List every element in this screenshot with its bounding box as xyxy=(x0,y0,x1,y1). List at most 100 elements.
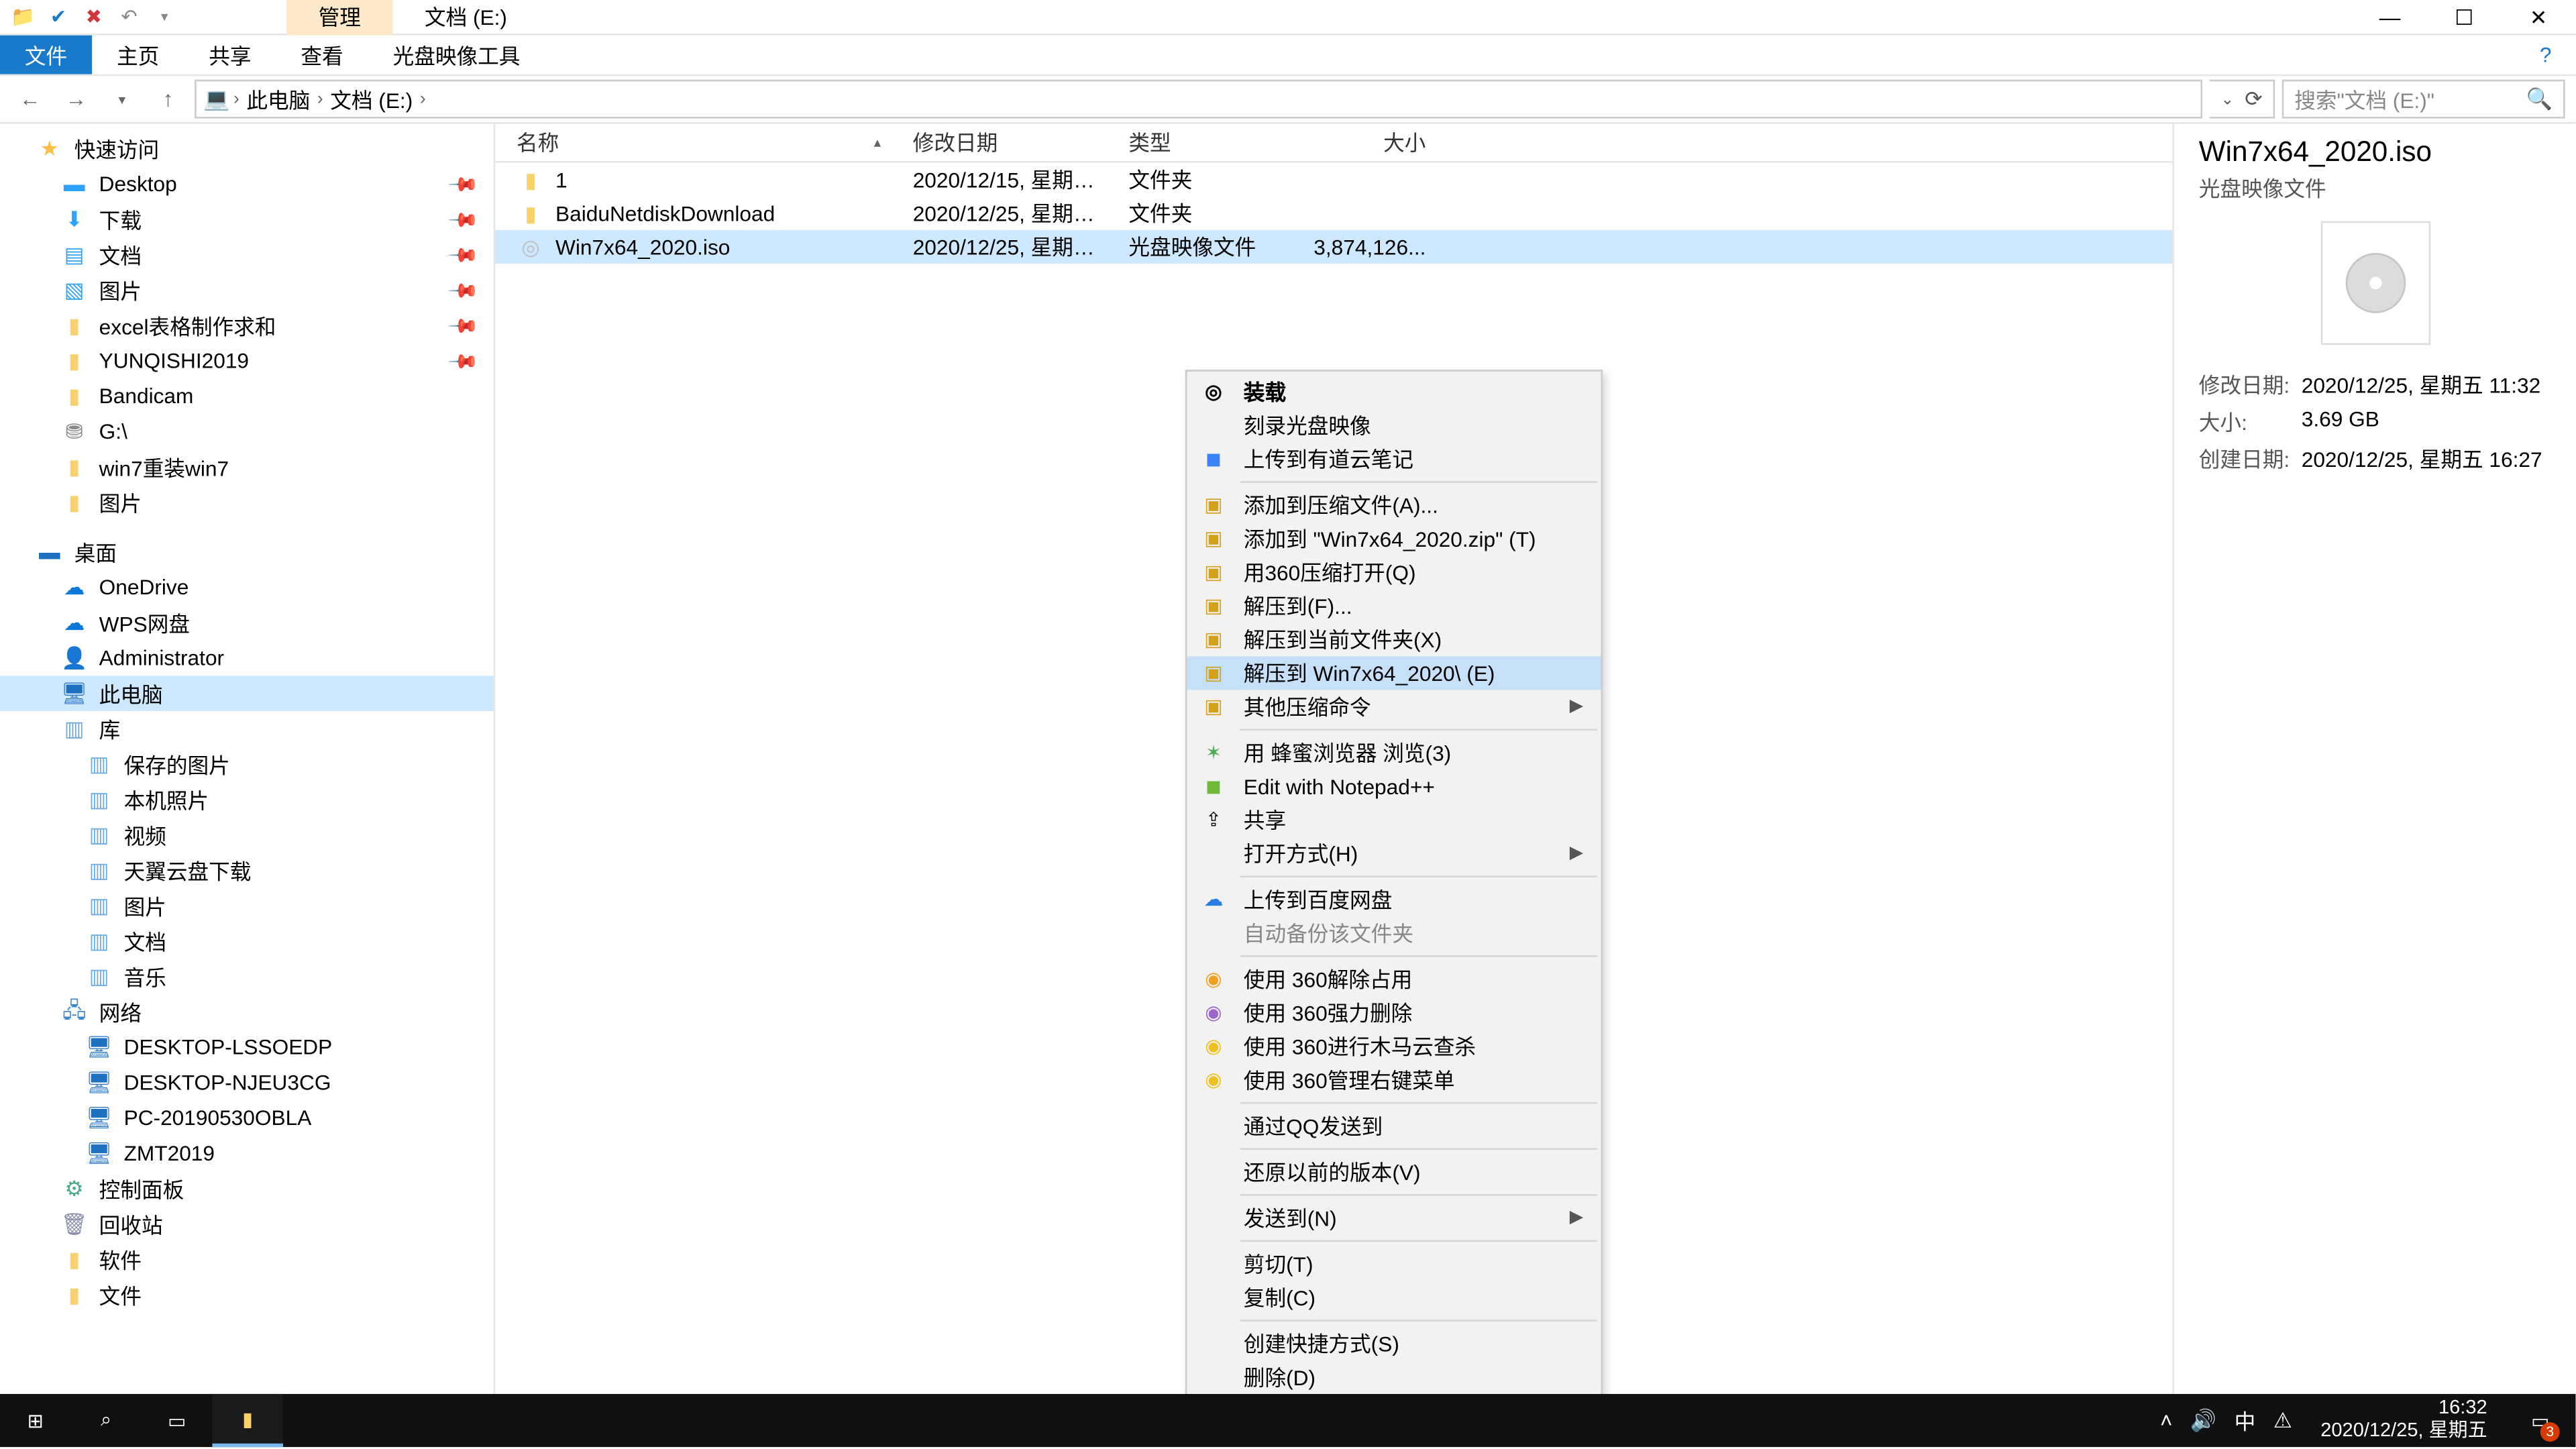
tray-network[interactable]: ⚠ xyxy=(2273,1394,2292,1447)
tree-downloads[interactable]: ⬇下载📌 xyxy=(0,202,494,237)
tree-documents[interactable]: ▤文档📌 xyxy=(0,237,494,272)
tree-videos[interactable]: ▥视频 xyxy=(0,817,494,853)
folder-icon[interactable]: 📁 xyxy=(7,1,39,32)
menu-360-trojan[interactable]: ◉使用 360进行木马云查杀 xyxy=(1187,1030,1601,1063)
file-row[interactable]: ▮1 2020/12/15, 星期二 1... 文件夹 xyxy=(495,163,2172,197)
menu-360-menu[interactable]: ◉使用 360管理右键菜单 xyxy=(1187,1063,1601,1097)
tree-software[interactable]: ▮软件 xyxy=(0,1242,494,1277)
tree-wps[interactable]: ☁WPS网盘 xyxy=(0,605,494,641)
task-view-button[interactable]: ▭ xyxy=(142,1394,212,1447)
tree-libraries[interactable]: ▥库 xyxy=(0,711,494,747)
col-size[interactable]: 大小 xyxy=(1288,127,1444,158)
menu-burn[interactable]: 刻录光盘映像 xyxy=(1187,409,1601,442)
explorer-taskbar-button[interactable]: ▮ xyxy=(212,1394,282,1447)
tree-quick-access[interactable]: ★快速访问 xyxy=(0,131,494,166)
menu-share[interactable]: ⇪共享 xyxy=(1187,803,1601,837)
tree-pictures2[interactable]: ▮图片 xyxy=(0,485,494,521)
share-tab[interactable]: 共享 xyxy=(184,36,276,74)
help-icon[interactable]: ? xyxy=(2526,36,2565,74)
tree-pc1[interactable]: 🖥DESKTOP-LSSOEDP xyxy=(0,1030,494,1065)
taskbar-clock[interactable]: 16:32 2020/12/25, 星期五 xyxy=(2310,1397,2498,1444)
tree-files[interactable]: ▮文件 xyxy=(0,1277,494,1313)
recent-dropdown[interactable]: ▾ xyxy=(103,80,142,119)
up-button[interactable]: ↑ xyxy=(149,80,188,119)
search-input[interactable]: 搜索"文档 (E:)" 🔍 xyxy=(2282,80,2565,119)
menu-qq-send[interactable]: 通过QQ发送到 xyxy=(1187,1109,1601,1142)
menu-open-with[interactable]: 打开方式(H)▶ xyxy=(1187,837,1601,870)
file-tab[interactable]: 文件 xyxy=(0,36,92,74)
tree-control-panel[interactable]: ⚙控制面板 xyxy=(0,1171,494,1207)
menu-add-zip[interactable]: ▣添加到 "Win7x64_2020.zip" (T) xyxy=(1187,522,1601,555)
menu-notepadpp[interactable]: ◼Edit with Notepad++ xyxy=(1187,769,1601,803)
col-type[interactable]: 类型 xyxy=(1108,127,1288,158)
menu-baidu-upload[interactable]: ☁上传到百度网盘 xyxy=(1187,883,1601,916)
undo-icon[interactable]: ↶ xyxy=(113,1,145,32)
menu-youdao[interactable]: ◼上传到有道云笔记 xyxy=(1187,442,1601,476)
dropdown-icon[interactable]: ⌄ xyxy=(2220,89,2234,109)
search-button[interactable]: ⌕ xyxy=(70,1394,141,1447)
tree-administrator[interactable]: 👤Administrator xyxy=(0,641,494,676)
delete-icon[interactable]: ✖ xyxy=(78,1,109,32)
tree-onedrive[interactable]: ☁OneDrive xyxy=(0,570,494,605)
tree-music[interactable]: ▥音乐 xyxy=(0,959,494,994)
tree-desktop[interactable]: ▬Desktop📌 xyxy=(0,166,494,202)
tree-tianyi[interactable]: ▥天翼云盘下载 xyxy=(0,853,494,888)
tree-desktop-root[interactable]: ▬桌面 xyxy=(0,534,494,570)
menu-send-to[interactable]: 发送到(N)▶ xyxy=(1187,1201,1601,1235)
tree-yunqishi[interactable]: ▮YUNQISHI2019📌 xyxy=(0,343,494,379)
menu-cut[interactable]: 剪切(T) xyxy=(1187,1247,1601,1281)
home-tab[interactable]: 主页 xyxy=(92,36,184,74)
tree-this-pc[interactable]: 🖥此电脑 xyxy=(0,676,494,711)
tree-bandicam[interactable]: ▮Bandicam xyxy=(0,378,494,414)
start-button[interactable]: ⊞ xyxy=(0,1394,70,1447)
tree-camera-roll[interactable]: ▥本机照片 xyxy=(0,782,494,818)
menu-bee-browser[interactable]: ✶用 蜂蜜浏览器 浏览(3) xyxy=(1187,736,1601,769)
tree-pictures[interactable]: ▧图片📌 xyxy=(0,272,494,308)
manage-tab-header[interactable]: 管理 xyxy=(286,0,392,36)
tree-documents2[interactable]: ▥文档 xyxy=(0,924,494,959)
menu-360-unlock[interactable]: ◉使用 360解除占用 xyxy=(1187,963,1601,996)
menu-mount[interactable]: ◎装载 xyxy=(1187,375,1601,409)
tray-overflow[interactable]: ˄ xyxy=(2160,1394,2173,1447)
qat-dropdown-icon[interactable]: ▾ xyxy=(149,1,180,32)
menu-add-archive[interactable]: ▣添加到压缩文件(A)... xyxy=(1187,488,1601,522)
forward-button[interactable]: → xyxy=(56,80,95,119)
tree-pc3[interactable]: 🖥PC-20190530OBLA xyxy=(0,1100,494,1136)
tray-volume[interactable]: 🔊 xyxy=(2190,1394,2216,1447)
menu-360-force-delete[interactable]: ◉使用 360强力删除 xyxy=(1187,996,1601,1030)
menu-copy[interactable]: 复制(C) xyxy=(1187,1281,1601,1314)
breadcrumb-this-pc[interactable]: 此电脑 xyxy=(243,84,314,114)
tree-pc2[interactable]: 🖥DESKTOP-NJEU3CG xyxy=(0,1065,494,1100)
tree-network[interactable]: 🖧网络 xyxy=(0,994,494,1030)
menu-extract-named[interactable]: ▣解压到 Win7x64_2020\ (E) xyxy=(1187,656,1601,690)
tree-pictures3[interactable]: ▥图片 xyxy=(0,888,494,924)
tree-recycle[interactable]: 🗑回收站 xyxy=(0,1206,494,1242)
disc-image-tools-tab[interactable]: 光盘映像工具 xyxy=(368,36,545,74)
tree-excel[interactable]: ▮excel表格制作求和📌 xyxy=(0,308,494,343)
breadcrumb-bar[interactable]: 💻 › 此电脑 › 文档 (E:) › xyxy=(195,80,2203,119)
refresh-icon[interactable]: ⟳ xyxy=(2245,87,2263,111)
col-date[interactable]: 修改日期 xyxy=(892,127,1108,158)
tree-pc4[interactable]: 🖥ZMT2019 xyxy=(0,1136,494,1171)
back-button[interactable]: ← xyxy=(11,80,50,119)
maximize-button[interactable]: ☐ xyxy=(2427,0,2502,34)
minimize-button[interactable]: — xyxy=(2353,0,2427,34)
tree-saved-pics[interactable]: ▥保存的图片 xyxy=(0,747,494,782)
file-row-selected[interactable]: ◎Win7x64_2020.iso 2020/12/25, 星期五 1... 光… xyxy=(495,230,2172,264)
navigation-pane[interactable]: ★快速访问 ▬Desktop📌 ⬇下载📌 ▤文档📌 ▧图片📌 ▮excel表格制… xyxy=(0,124,495,1408)
file-row[interactable]: ▮BaiduNetdiskDownload 2020/12/25, 星期五 1.… xyxy=(495,197,2172,230)
tree-gdrive[interactable]: ⛃G:\ xyxy=(0,414,494,449)
menu-other-compress[interactable]: ▣其他压缩命令▶ xyxy=(1187,690,1601,723)
breadcrumb-docs[interactable]: 文档 (E:) xyxy=(327,84,417,114)
save-icon[interactable]: ✔ xyxy=(42,1,74,32)
tray-ime[interactable]: 中 xyxy=(2235,1394,2256,1447)
view-tab[interactable]: 查看 xyxy=(276,36,368,74)
col-name[interactable]: 名称▴ xyxy=(495,127,892,158)
menu-extract-to[interactable]: ▣解压到(F)... xyxy=(1187,589,1601,623)
close-button[interactable]: ✕ xyxy=(2502,0,2576,34)
menu-extract-here[interactable]: ▣解压到当前文件夹(X) xyxy=(1187,623,1601,656)
menu-shortcut[interactable]: 创建快捷方式(S) xyxy=(1187,1327,1601,1360)
tree-win7rewin7[interactable]: ▮win7重装win7 xyxy=(0,449,494,485)
action-center-button[interactable]: ▭ 3 xyxy=(2516,1394,2565,1447)
menu-restore[interactable]: 还原以前的版本(V) xyxy=(1187,1155,1601,1189)
